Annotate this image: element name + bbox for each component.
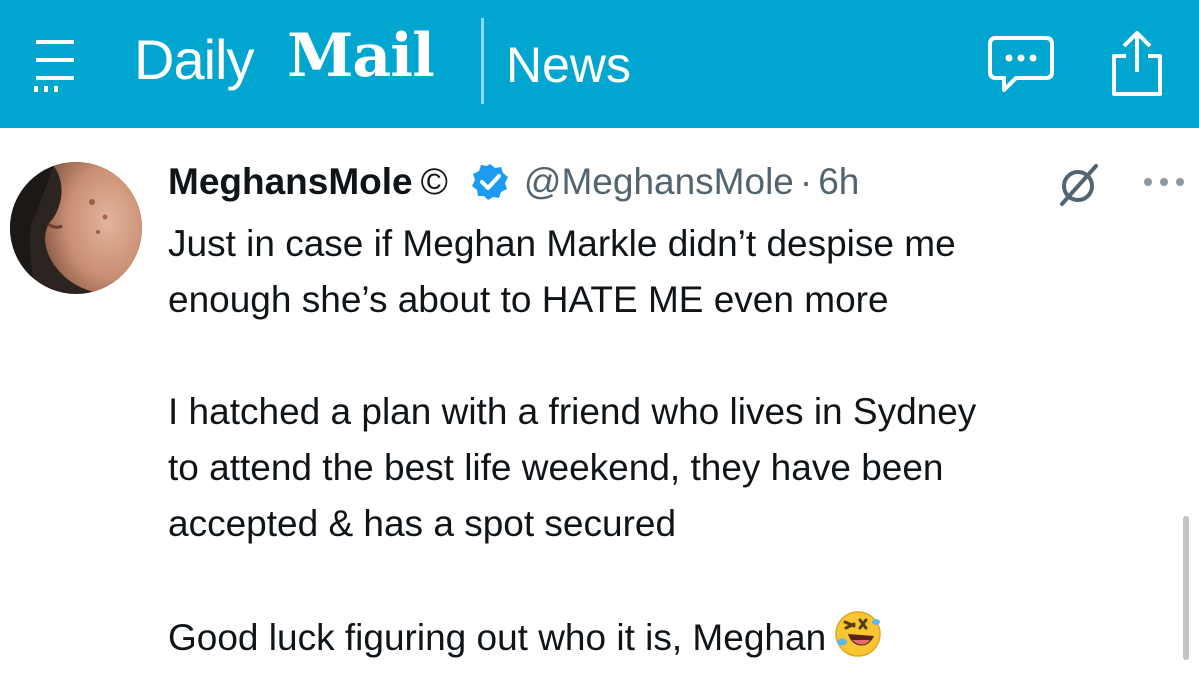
app-header: Daily Mail News — [0, 0, 1199, 128]
handle[interactable]: @MeghansMole — [524, 161, 794, 203]
grok-slash-icon — [1060, 164, 1098, 206]
rolling-on-floor-laughing-emoji-icon — [835, 611, 881, 657]
tweet-body: Just in case if Meghan Markle didn’t des… — [168, 216, 1178, 666]
tweet-line: accepted & has a spot secured — [168, 503, 677, 544]
tweet-line: Good luck figuring out who it is, Meghan — [168, 617, 827, 658]
share-button[interactable] — [1106, 28, 1168, 98]
brand-mail: Mail — [287, 21, 435, 91]
comments-button[interactable] — [986, 34, 1056, 96]
tweet-line: I hatched a plan with a friend who lives… — [168, 391, 977, 432]
tweet-header: MeghansMole © @MeghansMole · 6h — [168, 154, 859, 210]
brand-divider — [481, 18, 484, 104]
scrollbar[interactable] — [1183, 516, 1189, 660]
tweet-line: enough she’s about to HATE ME even more — [168, 279, 889, 320]
tweet-line: to attend the best life weekend, they ha… — [168, 447, 944, 488]
more-dots-icon — [1144, 178, 1184, 186]
comment-bubble-icon — [988, 36, 1054, 92]
more-options-button[interactable] — [1140, 172, 1188, 192]
hamburger-menu-icon — [34, 40, 74, 92]
avatar[interactable] — [10, 162, 142, 294]
grok-button[interactable] — [1054, 160, 1104, 208]
share-icon — [1112, 31, 1162, 96]
separator-dot: · — [799, 161, 813, 202]
page: Daily Mail News MeghansMole © @MeghansMo… — [0, 0, 1199, 680]
brand-daily: Daily — [134, 28, 254, 91]
tweet-last-line: Good luck figuring out who it is, Meghan — [168, 608, 1178, 666]
tweet-line: Just in case if Meghan Markle didn’t des… — [168, 223, 956, 264]
copyright-symbol: © — [420, 161, 448, 202]
section-title: News — [506, 37, 632, 93]
display-name[interactable]: MeghansMole — [168, 161, 413, 203]
profile-photo — [10, 162, 142, 294]
verified-badge-icon — [471, 164, 508, 200]
menu-button[interactable] — [30, 34, 82, 92]
timestamp[interactable]: 6h — [818, 161, 859, 203]
